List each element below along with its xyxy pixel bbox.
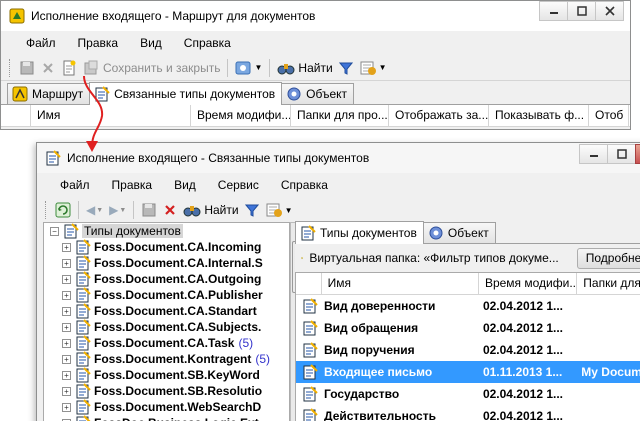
red-arrow-annotation — [83, 75, 104, 152]
